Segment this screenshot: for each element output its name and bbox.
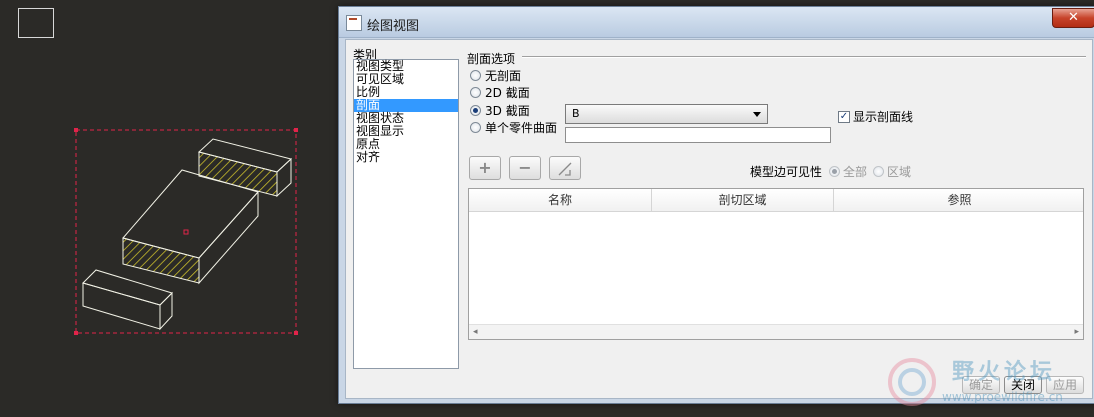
- main-block-section: [122, 237, 200, 284]
- radio-visibility-area[interactable]: 区域: [873, 163, 911, 180]
- close-window-button[interactable]: ✕: [1052, 8, 1094, 28]
- drawing-canvas[interactable]: [0, 0, 340, 417]
- outline-handle: [294, 128, 298, 132]
- drawing-view-svg[interactable]: [0, 0, 340, 417]
- radio-button[interactable]: [873, 166, 884, 177]
- add-section-button[interactable]: +: [469, 156, 501, 180]
- radio-button[interactable]: [470, 86, 481, 98]
- apply-button[interactable]: 应用: [1046, 376, 1084, 394]
- edit-section-button[interactable]: [549, 156, 581, 180]
- radio-label: 区域: [887, 165, 912, 179]
- radio-button[interactable]: [829, 166, 840, 177]
- bottom-block-side: [159, 291, 173, 331]
- dialog-titlebar[interactable]: 绘图视图 ✕: [339, 7, 1094, 38]
- drawing-view-dialog: 绘图视图 ✕ 类别 视图类型 可见区域 比例 剖面 视图状态 视图显示 原点 对…: [338, 6, 1094, 404]
- show-hatch-label: 显示剖面线: [853, 110, 914, 124]
- category-item-alignment[interactable]: 对齐: [354, 151, 458, 164]
- top-block-section: [198, 151, 278, 197]
- radio-button[interactable]: [470, 69, 481, 81]
- table-horizontal-scrollbar[interactable]: ◂ ▸: [469, 324, 1083, 339]
- section-table[interactable]: 名称 剖切区域 参照 ◂ ▸: [468, 188, 1084, 340]
- dialog-client-area: 类别 视图类型 可见区域 比例 剖面 视图状态 视图显示 原点 对齐 剖面选项 …: [345, 39, 1093, 399]
- radio-no-section[interactable]: 无剖面: [470, 67, 521, 83]
- section-name-value: B: [572, 107, 580, 120]
- category-list[interactable]: 视图类型 可见区域 比例 剖面 视图状态 视图显示 原点 对齐: [353, 59, 459, 369]
- section-name-dropdown[interactable]: B: [565, 104, 768, 124]
- main-block-side: [198, 190, 259, 285]
- outline-handle: [74, 331, 78, 335]
- arrow-edit-icon: [558, 162, 572, 176]
- radio-single-part-surface[interactable]: 单个零件曲面: [470, 119, 557, 135]
- model-edge-visibility-label: 模型边可见性: [750, 165, 823, 179]
- outline-handle: [294, 331, 298, 335]
- close-button[interactable]: 关闭: [1004, 376, 1042, 394]
- dialog-app-icon: [346, 15, 362, 31]
- ok-button[interactable]: 确定: [962, 376, 1000, 394]
- radio-button[interactable]: [470, 104, 481, 116]
- remove-section-button[interactable]: −: [509, 156, 541, 180]
- radio-label: 无剖面: [485, 68, 522, 83]
- scroll-right-icon[interactable]: ▸: [1074, 327, 1079, 337]
- chevron-down-icon: [753, 112, 761, 117]
- bottom-block-front: [82, 282, 161, 330]
- radio-label: 全部: [843, 165, 868, 179]
- column-header-reference[interactable]: 参照: [834, 189, 1085, 211]
- dialog-title: 绘图视图: [367, 19, 420, 34]
- table-header: 名称 剖切区域 参照: [469, 189, 1083, 212]
- column-header-cut-area[interactable]: 剖切区域: [652, 189, 834, 211]
- scroll-left-icon[interactable]: ◂: [473, 327, 478, 337]
- bottom-block-top-face: [82, 269, 173, 306]
- outline-handle: [74, 128, 78, 132]
- radio-button[interactable]: [470, 121, 481, 133]
- single-part-surface-field[interactable]: [565, 127, 831, 143]
- radio-label: 2D 截面: [485, 85, 530, 100]
- radio-2d-section[interactable]: 2D 截面: [470, 84, 530, 100]
- column-header-name[interactable]: 名称: [469, 189, 652, 211]
- radio-3d-section[interactable]: 3D 截面: [470, 102, 530, 118]
- top-block-side: [276, 157, 292, 198]
- show-hatch-checkbox[interactable]: ✓: [838, 110, 850, 123]
- view-outline-dashed: [75, 129, 297, 334]
- radio-label: 单个零件曲面: [485, 120, 558, 135]
- outline-handle: [183, 229, 189, 235]
- show-hatch-option[interactable]: ✓ 显示剖面线: [838, 108, 913, 125]
- radio-label: 3D 截面: [485, 103, 530, 118]
- section-options-divider: [522, 56, 1086, 58]
- radio-visibility-all[interactable]: 全部: [829, 163, 867, 180]
- section-options-label: 剖面选项: [467, 52, 516, 66]
